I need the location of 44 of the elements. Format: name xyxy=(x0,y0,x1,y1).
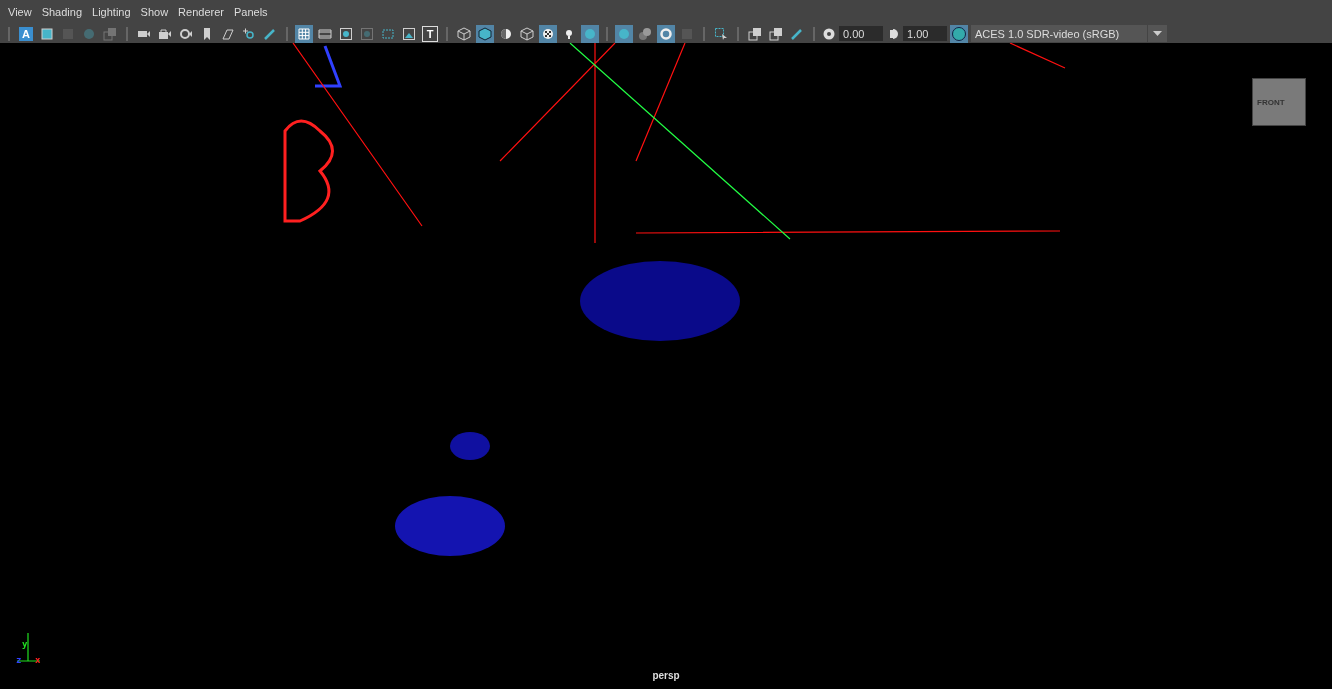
gamma-field[interactable]: 1.00 xyxy=(903,26,947,41)
film-icon xyxy=(318,26,332,41)
layers-icon xyxy=(748,26,762,41)
frame-icon xyxy=(40,26,54,41)
axis-label: z xyxy=(16,655,22,665)
menu-item[interactable]: Renderer xyxy=(174,6,228,18)
menu-item[interactable]: Show xyxy=(136,6,173,18)
wire-cube-icon xyxy=(457,26,471,41)
grid-icon xyxy=(297,26,311,41)
wire-cube-icon xyxy=(520,26,534,41)
toolbar-button[interactable] xyxy=(657,24,675,43)
spheres-icon xyxy=(638,26,652,41)
camera-name: persp xyxy=(651,670,681,681)
sphere-icon xyxy=(583,26,597,41)
toolbar-button[interactable] xyxy=(295,24,313,43)
aperture-icon[interactable] xyxy=(822,26,836,41)
toolbar-button[interactable] xyxy=(539,24,557,43)
menu-item[interactable]: Shading xyxy=(37,6,87,18)
select-box-icon xyxy=(714,26,728,41)
plane-icon xyxy=(221,26,235,41)
layers-icon xyxy=(103,26,117,41)
magnifier-icon xyxy=(242,26,256,41)
axis-label: y xyxy=(22,639,28,649)
half-sphere-icon xyxy=(499,26,513,41)
layers-icon xyxy=(769,26,783,41)
mountain-icon xyxy=(402,26,416,41)
menu-item[interactable]: Lighting xyxy=(88,6,135,18)
axis-label: x xyxy=(35,655,41,665)
sphere-icon xyxy=(82,26,96,41)
cube-icon xyxy=(478,26,492,41)
toolbar-button[interactable]: T xyxy=(421,24,439,43)
camera-lock-icon xyxy=(158,26,172,41)
exposure-field[interactable]: 0.00 xyxy=(839,26,883,41)
menu-item[interactable]: Panels xyxy=(229,6,272,18)
menu-item[interactable]: View xyxy=(4,6,36,18)
pencil-icon xyxy=(790,26,804,41)
dashed-frame-icon xyxy=(381,26,395,41)
view-transform-dropdown[interactable]: ACES 1.0 SDR-video (sRGB) xyxy=(971,25,1167,42)
sphere-icon xyxy=(617,26,631,41)
view-transform-toggle[interactable] xyxy=(950,24,968,43)
ring-icon xyxy=(659,26,673,41)
pencil-icon xyxy=(263,26,277,41)
toolbar-button[interactable] xyxy=(476,24,494,43)
checker-icon xyxy=(541,26,555,41)
